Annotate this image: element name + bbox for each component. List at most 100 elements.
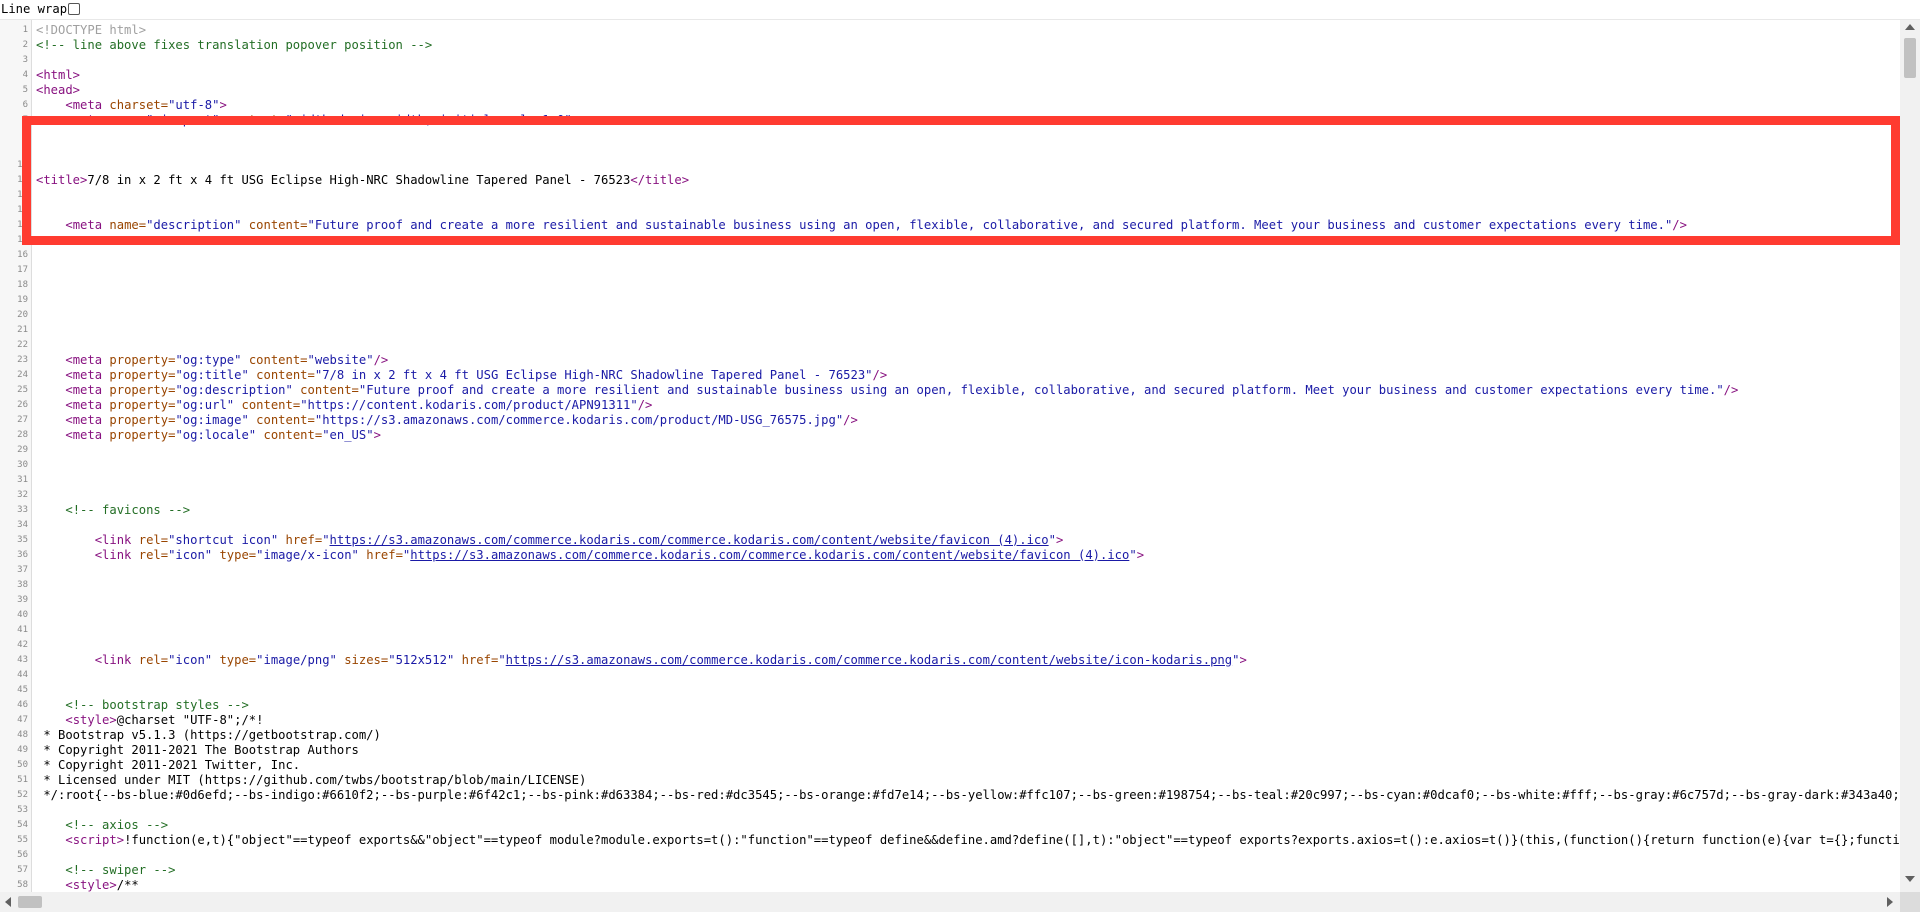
tag-token: <style> xyxy=(65,877,117,892)
line-number: 14 xyxy=(17,219,28,230)
value-token: "og:description" xyxy=(175,382,293,397)
comment-token: <!-- axios --> xyxy=(65,817,169,832)
attribute-token: rel= xyxy=(138,547,169,562)
horizontal-scroll-thumb[interactable] xyxy=(18,896,42,908)
tag-token: <meta xyxy=(65,427,110,442)
line-number: 41 xyxy=(17,624,28,635)
line-number: 29 xyxy=(17,444,28,455)
value-token: "icon" xyxy=(168,652,213,667)
url-link[interactable]: https://s3.amazonaws.com/commerce.kodari… xyxy=(506,653,1232,667)
horizontal-scrollbar[interactable] xyxy=(0,892,1900,912)
text-token: 7/8 in x 2 ft x 4 ft USG Eclipse High-NR… xyxy=(87,172,631,187)
code-line: <meta charset="utf-8"> xyxy=(36,97,227,113)
line-number: 6 xyxy=(22,99,28,110)
code-line: <meta property="og:url" content="https:/… xyxy=(36,398,652,413)
attribute-token: property= xyxy=(109,427,176,442)
tag-token: <meta xyxy=(65,382,110,397)
attribute-token: href= xyxy=(454,652,499,667)
scroll-up-arrow-icon[interactable] xyxy=(1905,24,1915,30)
attribute-token: href= xyxy=(278,532,323,547)
line-number: 32 xyxy=(17,489,28,500)
toolbar: Line wrap xyxy=(0,0,1920,20)
value-token: " xyxy=(322,532,330,547)
code-line: <title>7/8 in x 2 ft x 4 ft USG Eclipse … xyxy=(36,173,689,188)
url-link[interactable]: https://s3.amazonaws.com/commerce.kodari… xyxy=(330,533,1049,547)
code-line: <meta name="viewport" content="width=dev… xyxy=(36,113,579,128)
line-wrap-label: Line wrap xyxy=(1,2,68,16)
line-number: 16 xyxy=(17,249,28,260)
line-number: 9 xyxy=(22,144,28,155)
scrollbar-corner xyxy=(1900,892,1920,912)
line-number: 17 xyxy=(17,264,28,275)
line-number: 51 xyxy=(17,774,28,785)
attribute-token: property= xyxy=(109,412,176,427)
tag-token: <meta xyxy=(65,397,110,412)
line-number: 11 xyxy=(17,174,28,185)
tag-token: <script> xyxy=(65,832,125,847)
line-number: 7 xyxy=(22,114,28,125)
value-token: "utf-8" xyxy=(168,97,220,112)
tag-token: <meta xyxy=(65,217,110,232)
value-token: "og:title" xyxy=(175,367,249,382)
text-token: */:root{--bs-blue:#0d6efd;--bs-indigo:#6… xyxy=(36,787,1900,802)
line-wrap-checkbox[interactable] xyxy=(68,3,80,15)
line-number: 57 xyxy=(17,864,28,875)
line-number: 45 xyxy=(17,684,28,695)
tag-token: <head> xyxy=(36,82,81,97)
vertical-scrollbar[interactable] xyxy=(1900,20,1920,892)
tag-token: /> xyxy=(1672,217,1687,232)
value-token: "website" xyxy=(307,352,374,367)
tag-token: /> xyxy=(1723,382,1739,397)
scroll-down-arrow-icon[interactable] xyxy=(1905,876,1915,882)
scroll-left-arrow-icon[interactable] xyxy=(5,897,11,907)
attribute-token: content= xyxy=(241,217,308,232)
doctype-token: <!DOCTYPE html> xyxy=(36,22,147,37)
source-viewer[interactable]: 1 2 3 4 5 6 7 8 9 10 11 12 13 14 15 16 17 18 19 20 21 22 23 24 2… xyxy=(0,20,1900,892)
code-line: <meta property="og:image" content="https… xyxy=(36,413,858,428)
tag-token: /> xyxy=(637,397,653,412)
attribute-token: content= xyxy=(248,412,315,427)
line-number: 37 xyxy=(17,564,28,575)
attribute-token: content= xyxy=(219,112,286,127)
tag-token: > xyxy=(571,112,580,127)
code-line: <script>!function(e,t){"object"==typeof … xyxy=(36,833,1900,848)
line-number: 43 xyxy=(17,654,28,665)
value-token: "og:locale" xyxy=(175,427,257,442)
line-number: 33 xyxy=(17,504,28,515)
url-link[interactable]: https://s3.amazonaws.com/commerce.kodari… xyxy=(410,548,1129,562)
vertical-scroll-thumb[interactable] xyxy=(1904,38,1916,78)
line-number: 10 xyxy=(17,159,28,170)
code-line: <!-- favicons --> xyxy=(36,503,190,518)
value-token: "shortcut icon" xyxy=(168,532,279,547)
value-token: "Future proof and create a more resilien… xyxy=(307,217,1673,232)
scroll-right-arrow-icon[interactable] xyxy=(1887,897,1893,907)
tag-token: <style> xyxy=(65,712,117,727)
attribute-token: rel= xyxy=(138,532,169,547)
value-token: "en_US" xyxy=(322,427,374,442)
line-number: 55 xyxy=(17,834,28,845)
value-token: " xyxy=(1048,532,1056,547)
line-number: 42 xyxy=(17,639,28,650)
comment-token: <!-- bootstrap styles --> xyxy=(65,697,249,712)
attribute-token: type= xyxy=(212,547,257,562)
tag-token: /> xyxy=(373,352,389,367)
attribute-token: charset= xyxy=(109,97,169,112)
line-number: 21 xyxy=(17,324,28,335)
attribute-token: name= xyxy=(109,217,147,232)
tag-token: > xyxy=(373,427,381,442)
attribute-token: rel= xyxy=(138,652,169,667)
tag-token: > xyxy=(219,97,227,112)
code-line: */:root{--bs-blue:#0d6efd;--bs-indigo:#6… xyxy=(36,788,1900,803)
tag-token: > xyxy=(1136,547,1145,562)
line-number: 19 xyxy=(17,294,28,305)
text-token: * Bootstrap v5.1.3 (https://getbootstrap… xyxy=(36,727,381,742)
value-token: "width=device-width, initial-scale=1.0" xyxy=(285,112,572,127)
line-number: 49 xyxy=(17,744,28,755)
line-number: 47 xyxy=(17,714,28,725)
tag-token: <link xyxy=(94,547,139,562)
line-number: 20 xyxy=(17,309,28,320)
